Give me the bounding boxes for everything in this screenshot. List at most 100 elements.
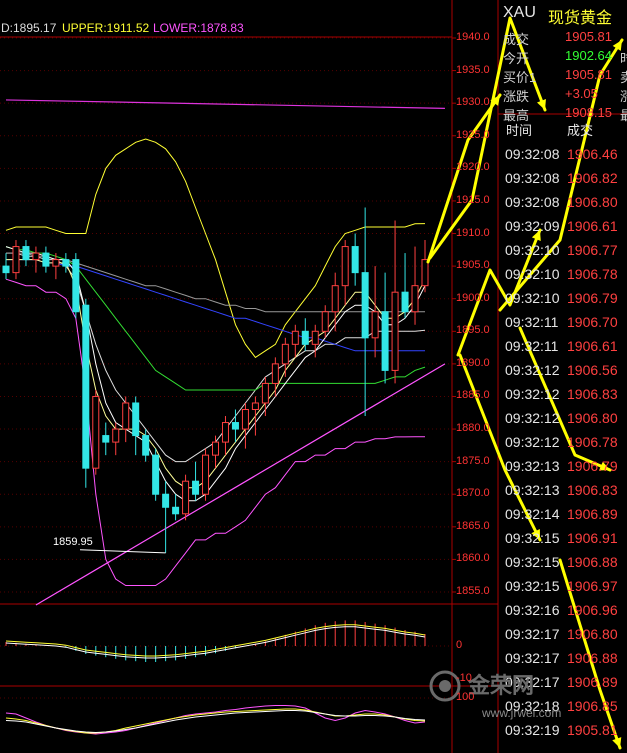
trade-row[interactable]: 09:32:11 1906.70 bbox=[500, 311, 627, 334]
candle-body-up bbox=[52, 259, 60, 267]
trade-time: 09:32:15 bbox=[505, 578, 560, 594]
trade-row[interactable]: 09:32:10 1906.79 bbox=[500, 287, 627, 310]
candle-body-up bbox=[421, 259, 429, 287]
quote-tail: 卖 bbox=[620, 70, 627, 85]
price-tick-label: 1875.0 bbox=[456, 454, 490, 467]
price-tick-label: 1900.0 bbox=[456, 291, 490, 304]
trade-row[interactable]: 09:32:17 1906.88 bbox=[500, 647, 627, 670]
candle-body-up bbox=[221, 422, 229, 443]
trade-row[interactable]: 09:32:19 1905.81 bbox=[500, 719, 627, 742]
price-tick-label: 1935.0 bbox=[456, 63, 490, 76]
trade-price: 1906.83 bbox=[567, 482, 618, 498]
trade-time: 09:32:08 bbox=[505, 146, 560, 162]
indicator-lower-label: LOWER:1878.83 bbox=[153, 21, 244, 35]
trade-price: 1906.83 bbox=[567, 386, 618, 402]
trade-row[interactable]: 09:32:09 1906.61 bbox=[500, 215, 627, 238]
candle-body-up bbox=[391, 291, 399, 371]
quote-label: 买价1 bbox=[503, 70, 537, 85]
trade-row[interactable]: 09:32:12 1906.56 bbox=[500, 359, 627, 382]
trade-row[interactable]: 09:32:08 1906.82 bbox=[500, 167, 627, 190]
horizontal-line bbox=[5, 99, 445, 109]
candle-body-up bbox=[271, 363, 279, 384]
indicator-mid-label: D:1895.17 bbox=[1, 21, 57, 35]
trade-price: 1906.56 bbox=[567, 362, 618, 378]
trade-row[interactable]: 09:32:16 1906.96 bbox=[500, 599, 627, 622]
price-tick-label: 1890.0 bbox=[456, 356, 490, 369]
price-tick-label: 1885.0 bbox=[456, 389, 490, 402]
trade-row[interactable]: 09:32:12 1906.78 bbox=[500, 431, 627, 454]
kdj-subchart[interactable] bbox=[0, 697, 452, 735]
trade-row[interactable]: 09:32:17 1906.80 bbox=[500, 623, 627, 646]
trade-row[interactable]: 09:32:14 1906.89 bbox=[500, 503, 627, 526]
trade-row[interactable]: 09:32:15 1906.91 bbox=[500, 527, 627, 550]
trade-row[interactable]: 09:32:13 1906.83 bbox=[500, 479, 627, 502]
trade-row[interactable]: 09:32:10 1906.77 bbox=[500, 239, 627, 262]
trade-time: 09:32:15 bbox=[505, 530, 560, 546]
candle-body-up bbox=[291, 330, 299, 345]
trade-time: 09:32:12 bbox=[505, 434, 560, 450]
quote-row: 涨跌 +3.05 涨 bbox=[500, 85, 627, 104]
candle-body-down bbox=[42, 252, 50, 267]
trade-price: 1906.79 bbox=[567, 290, 618, 306]
price-tick-label: 1895.0 bbox=[456, 324, 490, 337]
price-tick-label: 1870.0 bbox=[456, 487, 490, 500]
candle-body-down bbox=[62, 259, 70, 267]
quote-value: 1908.15 bbox=[565, 105, 612, 120]
candle-body-up bbox=[202, 454, 210, 495]
quote-label: 成交 bbox=[503, 32, 530, 47]
trade-price: 1906.70 bbox=[567, 314, 618, 330]
trade-time: 09:32:10 bbox=[505, 290, 560, 306]
trade-price: 1906.77 bbox=[567, 242, 618, 258]
trade-time: 09:32:12 bbox=[505, 386, 560, 402]
macd-subchart[interactable] bbox=[0, 620, 452, 662]
price-tick-label: 1865.0 bbox=[456, 519, 490, 532]
trade-row[interactable]: 09:32:10 1906.78 bbox=[500, 263, 627, 286]
candle-body-down bbox=[162, 493, 170, 508]
candle-body-down bbox=[361, 272, 369, 339]
low-annotation-leader bbox=[79, 549, 166, 554]
candle-body-up bbox=[12, 246, 20, 274]
price-tick-label: 1930.0 bbox=[456, 96, 490, 109]
candle-body-down bbox=[102, 435, 110, 443]
price-tick-label: 1910.0 bbox=[456, 226, 490, 239]
trade-time: 09:32:17 bbox=[505, 650, 560, 666]
candle-body-up bbox=[321, 311, 329, 332]
candle-body-up bbox=[251, 402, 259, 411]
candle-body-up bbox=[371, 311, 379, 339]
trade-row[interactable]: 09:32:15 1906.88 bbox=[500, 551, 627, 574]
candle-body-down bbox=[22, 246, 30, 261]
quote-symbol: XAU bbox=[503, 4, 536, 21]
trade-row[interactable]: 09:32:12 1906.80 bbox=[500, 407, 627, 430]
quote-row: 买价1 1905.81 卖 bbox=[500, 66, 627, 85]
quote-value: 1905.81 bbox=[565, 67, 612, 82]
candle-body-down bbox=[301, 330, 309, 345]
trade-row[interactable]: 09:32:15 1906.97 bbox=[500, 575, 627, 598]
trade-price: 1906.88 bbox=[567, 650, 618, 666]
watermark-text: 金荣网 bbox=[468, 673, 535, 698]
trade-price: 1905.81 bbox=[567, 722, 618, 738]
trade-row[interactable]: 09:32:08 1906.46 bbox=[500, 143, 627, 166]
trade-time: 09:32:14 bbox=[505, 506, 560, 522]
trade-row[interactable]: 09:32:11 1906.61 bbox=[500, 335, 627, 358]
candle-body-down bbox=[381, 311, 389, 371]
trade-time: 09:32:13 bbox=[505, 458, 560, 474]
trade-row[interactable]: 09:32:13 1906.79 bbox=[500, 455, 627, 478]
trade-price: 1906.78 bbox=[567, 434, 618, 450]
trade-row[interactable]: 09:32:12 1906.83 bbox=[500, 383, 627, 406]
candle-body-up bbox=[32, 252, 40, 261]
candle-body-down bbox=[351, 246, 359, 274]
candle-body-down bbox=[192, 480, 200, 495]
trade-row[interactable]: 09:32:08 1906.80 bbox=[500, 191, 627, 214]
candle-body-down bbox=[231, 422, 239, 430]
price-tick-label: 1860.0 bbox=[456, 552, 490, 565]
price-tick-label: 1905.0 bbox=[456, 259, 490, 272]
trade-price: 1906.88 bbox=[567, 554, 618, 570]
low-annotation-label: 1859.95 bbox=[53, 535, 93, 548]
trades-header-time: 时间 bbox=[506, 123, 533, 138]
candle-body-up bbox=[241, 409, 249, 430]
macd-dea-line bbox=[5, 626, 426, 659]
main-price-chart[interactable] bbox=[2, 99, 446, 606]
quote-row: 今开 1902.64 时 bbox=[500, 47, 627, 66]
candle-body-up bbox=[331, 285, 339, 313]
trade-time: 09:32:10 bbox=[505, 242, 560, 258]
